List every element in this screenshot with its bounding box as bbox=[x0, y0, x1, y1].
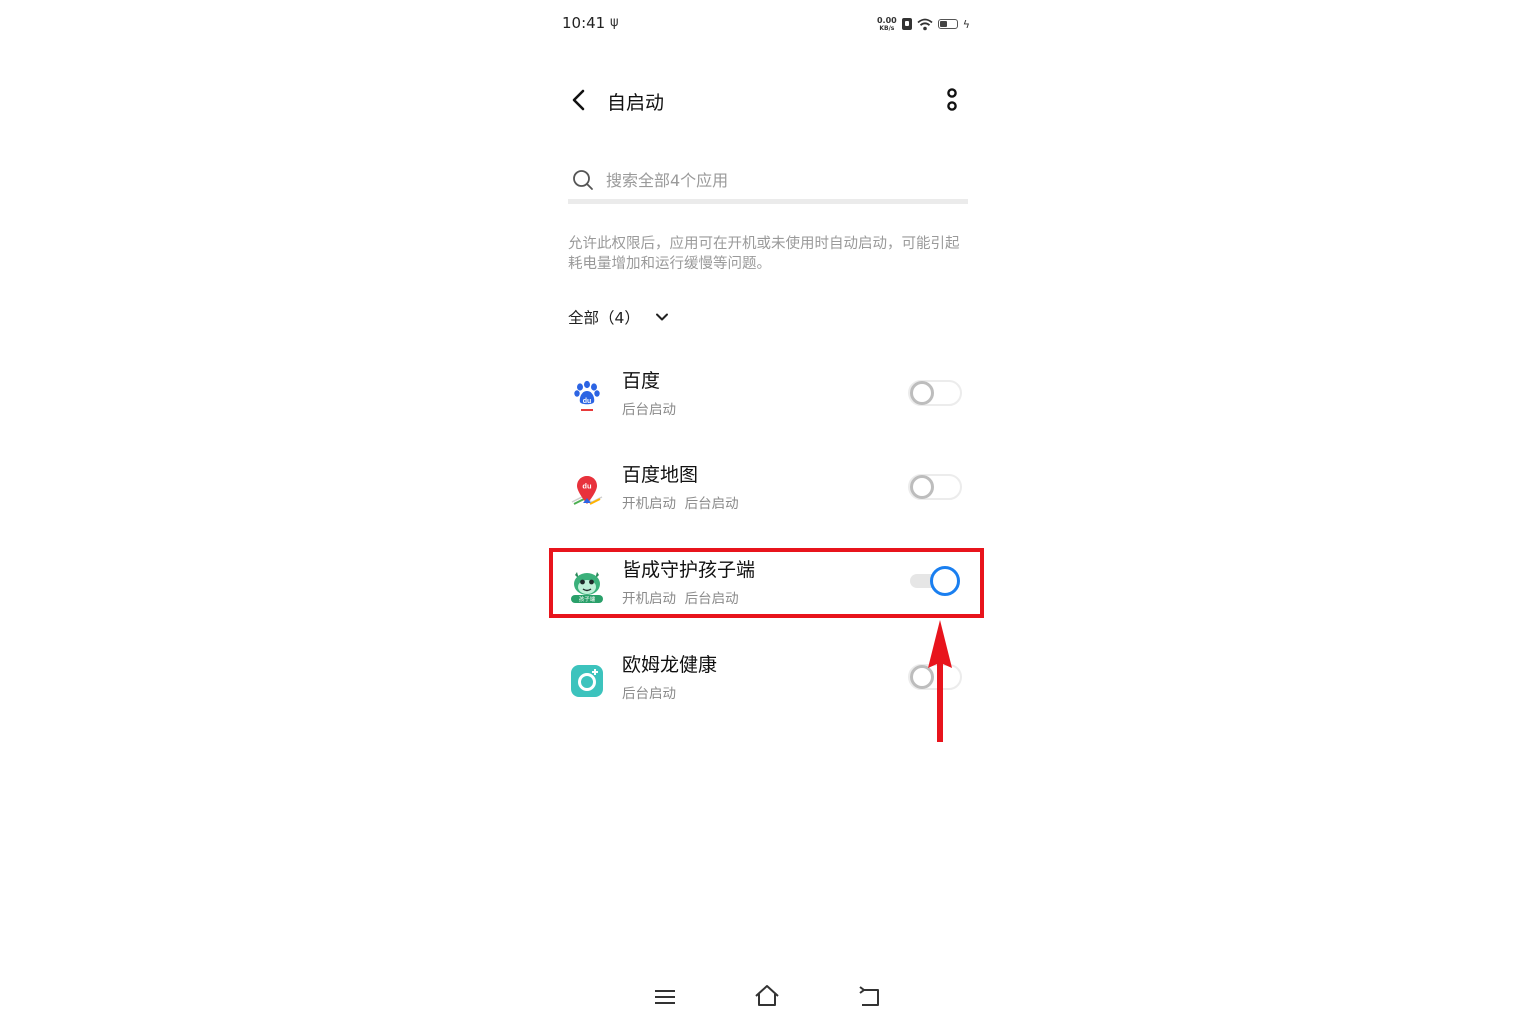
status-icons: 0.00 KB/s ϟ bbox=[877, 14, 970, 34]
filter-label: 全部（4） bbox=[568, 309, 640, 327]
battery-icon bbox=[937, 19, 958, 29]
phone-screen: 10:41 ψ 0.00 KB/s ϟ 自启动 允许此权限后，应用可在 bbox=[548, 0, 988, 1024]
app-startup-type: 后台启动 bbox=[622, 402, 676, 418]
back-nav-icon[interactable] bbox=[858, 986, 882, 1008]
toggle-knob bbox=[910, 381, 934, 405]
charging-icon: ϟ bbox=[962, 17, 970, 31]
search-input[interactable] bbox=[606, 166, 946, 194]
highlight-box bbox=[549, 548, 984, 618]
baidu-app-icon: du bbox=[574, 380, 600, 411]
chevron-down-icon bbox=[655, 313, 668, 321]
net-speed: 0.00 KB/s bbox=[876, 15, 897, 32]
app-name: 百度地图 bbox=[622, 464, 699, 486]
app-row-baidu-map[interactable]: du 百度地图 开机启动 后台启动 bbox=[548, 450, 988, 544]
filter-dropdown[interactable]: 全部（4） bbox=[568, 306, 670, 328]
net-speed-value: 0.00 bbox=[876, 15, 897, 25]
back-arrow-icon[interactable] bbox=[566, 86, 592, 114]
menu-icon[interactable] bbox=[654, 988, 676, 1006]
status-time: 10:41 bbox=[562, 14, 606, 32]
page-title: 自启动 bbox=[607, 92, 665, 114]
omron-health-app-icon bbox=[571, 665, 603, 697]
red-arrow-annotation bbox=[928, 620, 952, 742]
svg-text:du: du bbox=[582, 482, 592, 491]
sim-icon bbox=[901, 18, 912, 30]
search-bar[interactable] bbox=[568, 164, 968, 204]
search-icon bbox=[573, 170, 593, 190]
wifi-icon bbox=[917, 18, 933, 30]
svg-text:du: du bbox=[583, 398, 592, 405]
home-icon[interactable] bbox=[754, 984, 780, 1008]
app-name: 欧姆龙健康 bbox=[622, 654, 718, 676]
app-name: 百度 bbox=[622, 370, 661, 392]
net-speed-unit: KB/s bbox=[879, 24, 895, 32]
toggle-knob bbox=[910, 475, 934, 499]
app-startup-type: 开机启动 后台启动 bbox=[622, 496, 739, 512]
baidu-map-app-icon: du bbox=[571, 476, 603, 505]
battery-fill bbox=[939, 21, 948, 27]
usb-icon: ψ bbox=[610, 15, 619, 30]
autostart-toggle-baidu-map[interactable] bbox=[908, 474, 962, 500]
more-options-icon[interactable] bbox=[940, 86, 964, 114]
app-row-baidu[interactable]: du 百度 后台启动 bbox=[548, 356, 988, 450]
autostart-toggle-baidu[interactable] bbox=[908, 380, 962, 406]
app-startup-type: 后台启动 bbox=[622, 686, 676, 702]
permission-description: 允许此权限后，应用可在开机或未使用时自动启动，可能引起耗电量增加和运行缓慢等问题… bbox=[568, 236, 960, 272]
